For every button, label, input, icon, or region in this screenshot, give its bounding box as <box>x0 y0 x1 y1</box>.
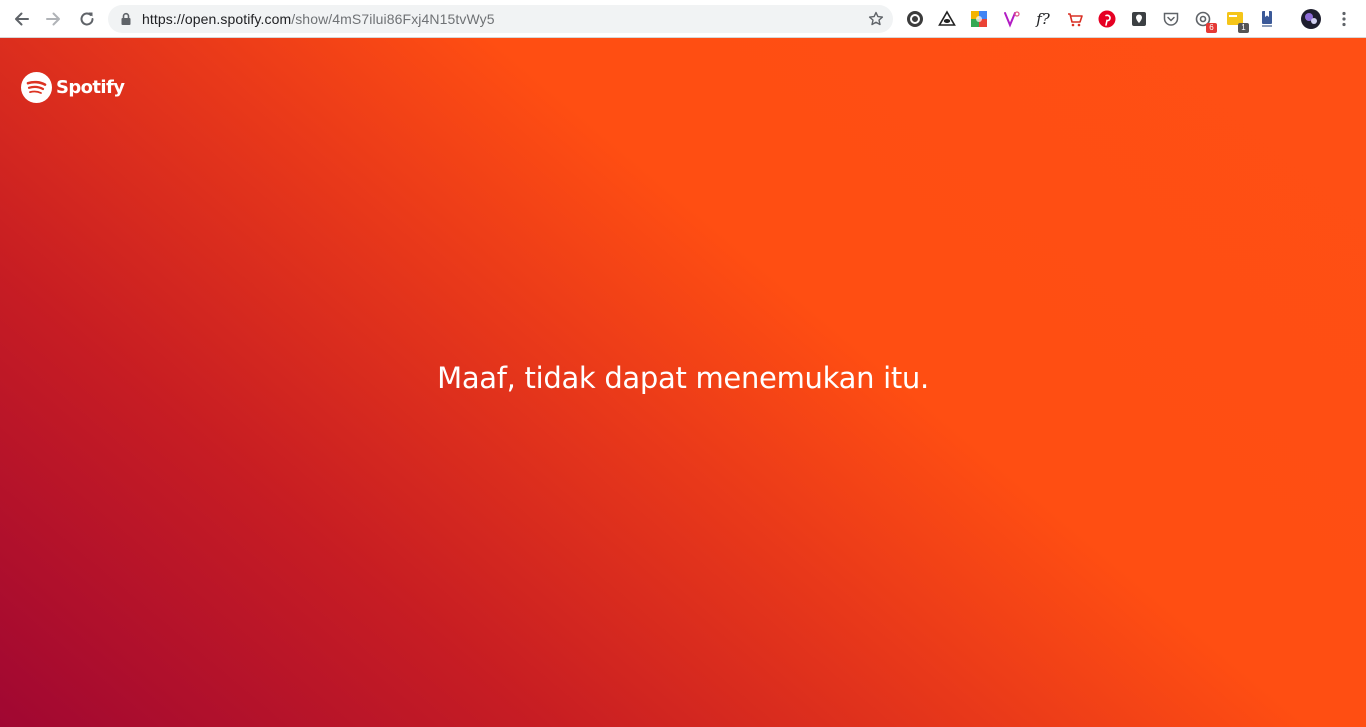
spotify-logo[interactable]: Spotify <box>21 72 125 103</box>
yellow-note-icon[interactable]: 1 <box>1225 9 1249 33</box>
forward-icon[interactable] <box>42 7 66 31</box>
bookmark-star-icon[interactable] <box>868 11 884 32</box>
vimeo-clip-icon[interactable] <box>1001 9 1021 29</box>
profile-avatar[interactable] <box>1301 9 1321 29</box>
url-text: https://open.spotify.com/show/4mS7ilui86… <box>142 11 495 27</box>
browser-toolbar: https://open.spotify.com/show/4mS7ilui86… <box>0 0 1366 38</box>
page-content: Spotify Maaf, tidak dapat menemukan itu. <box>0 38 1366 727</box>
lock-icon <box>120 12 132 31</box>
reload-icon[interactable] <box>75 7 99 31</box>
opera-like-icon[interactable] <box>905 9 925 29</box>
font-question-label: f? <box>1036 10 1050 28</box>
cart-icon[interactable] <box>1065 9 1085 29</box>
colorful-puzzle-icon[interactable] <box>969 9 989 29</box>
triangle-eye-icon[interactable] <box>937 9 957 29</box>
url-host: https://open.spotify.com <box>142 11 292 27</box>
note-badge-count: 1 <box>1238 23 1249 33</box>
error-message: Maaf, tidak dapat menemukan itu. <box>437 361 929 395</box>
spotify-logo-icon <box>21 72 52 103</box>
pocket-icon[interactable] <box>1161 9 1181 29</box>
gear-badge-icon[interactable]: 6 <box>1193 9 1217 33</box>
address-bar[interactable]: https://open.spotify.com/show/4mS7ilui86… <box>108 5 893 33</box>
spotify-logo-text: Spotify <box>56 77 125 98</box>
pinterest-icon[interactable] <box>1097 9 1117 29</box>
font-question-icon[interactable]: f? <box>1033 9 1053 29</box>
bookmark-doc-icon[interactable] <box>1257 9 1277 29</box>
shield-check-icon[interactable] <box>1129 9 1149 29</box>
menu-dots-icon[interactable] <box>1334 9 1354 29</box>
url-path: /show/4mS7ilui86Fxj4N15tvWy5 <box>291 11 495 27</box>
gear-badge-count: 6 <box>1206 23 1217 33</box>
back-icon[interactable] <box>9 7 33 31</box>
